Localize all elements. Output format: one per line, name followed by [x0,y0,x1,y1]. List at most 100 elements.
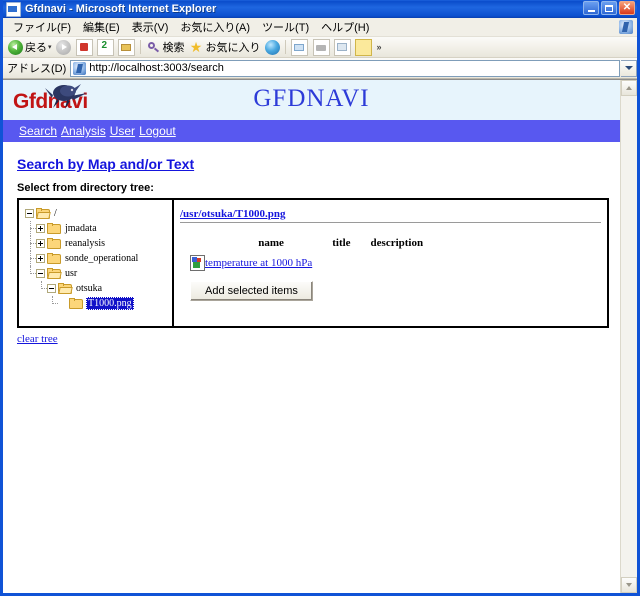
mail-button[interactable] [289,38,311,56]
tree-guide [25,296,36,311]
browser-toolbar: 戻る ▾ 検索 ★ お気に入り [3,37,637,58]
collapse-icon[interactable] [47,284,56,293]
forward-button[interactable] [54,38,74,56]
favorites-button[interactable]: ★ お気に入り [187,38,263,56]
tree-node[interactable]: otsuka [25,281,168,296]
tree-guide [25,251,36,266]
site-nav: Search Analysis User Logout [3,120,620,142]
scroll-up-button[interactable] [621,80,637,96]
browser-window: Gfdnavi - Microsoft Internet Explorer ✕ … [0,0,640,596]
window-title: Gfdnavi - Microsoft Internet Explorer [25,3,217,15]
expand-icon[interactable] [36,224,45,233]
site-title: GFDNAVI [253,85,370,112]
tree-node-label[interactable]: jmadata [64,223,97,234]
edit-button[interactable] [332,38,353,56]
minimize-button[interactable] [583,1,599,15]
print-button[interactable] [311,38,332,56]
tree-guide [36,296,47,311]
title-bar: Gfdnavi - Microsoft Internet Explorer ✕ [3,0,637,18]
discuss-button[interactable] [353,38,374,56]
tree-node-label[interactable]: reanalysis [64,238,105,249]
back-button-label: 戻る [25,42,47,54]
edit-page-icon [333,38,351,56]
menu-view[interactable]: 表示(V) [126,18,175,36]
tree-node[interactable]: usr [25,266,168,281]
column-description: description [370,237,424,249]
cell-name: temperature at 1000 hPa [190,255,322,271]
tree-node-label[interactable]: / [53,208,57,219]
home-icon [117,38,135,56]
menu-favorites[interactable]: お気に入り(A) [174,18,256,36]
tree-node[interactable]: reanalysis [25,236,168,251]
folder-icon [47,223,61,234]
column-name: name [258,237,284,249]
table-row: temperature at 1000 hPa [190,255,434,271]
search-button-label: 検索 [162,42,185,54]
stop-button[interactable] [74,38,95,56]
clear-tree-link[interactable]: clear tree [17,333,58,345]
search-icon [146,40,161,55]
search-button[interactable]: 検索 [144,38,187,56]
maximize-button[interactable] [601,1,617,15]
tree-node-label[interactable]: T1000.png [86,297,134,310]
ie-logo-icon [619,20,633,34]
home-button[interactable] [116,38,137,56]
menu-help[interactable]: ヘルプ(H) [315,18,375,36]
printer-icon [312,38,330,56]
folder-open-icon [47,268,62,279]
tree-node[interactable]: jmadata [25,221,168,236]
favorites-button-label: お気に入り [205,42,261,54]
folder-open-icon [58,283,73,294]
back-button[interactable]: 戻る ▾ [6,38,54,56]
toolbar-overflow-button[interactable]: » [377,42,382,52]
tree-node-label[interactable]: sonde_operational [64,253,138,264]
page-body: Search by Map and/or Text Select from di… [3,156,620,347]
nav-logout[interactable]: Logout [139,124,176,138]
expand-icon[interactable] [36,239,45,248]
scroll-down-button[interactable] [621,577,637,593]
forward-arrow-icon [55,39,71,55]
tree-node[interactable]: T1000.png [25,296,168,311]
item-link[interactable]: temperature at 1000 hPa [205,257,312,269]
window-controls: ✕ [583,1,635,15]
toolbar-separator-1 [139,40,141,54]
menu-file[interactable]: ファイル(F) [7,18,77,36]
cell-description [361,255,434,271]
close-button[interactable]: ✕ [619,1,635,15]
directory-tree-label: Select from directory tree: [17,182,154,194]
address-input[interactable]: http://localhost:3003/search [70,59,620,77]
directory-tree-panel: / jmadata reanalysis sonde_operationalusr ot… [19,200,174,326]
menu-bar: ファイル(F) 編集(E) 表示(V) お気に入り(A) ツール(T) ヘルプ(… [3,18,637,37]
tree-guide [25,266,36,281]
refresh-button[interactable] [95,38,116,56]
chevron-down-icon[interactable]: ▾ [48,43,52,51]
address-label: アドレス(D) [7,63,67,75]
tree-node[interactable]: / [25,206,168,221]
page-scrollbar[interactable] [620,80,637,593]
add-selected-items-button[interactable]: Add selected items [190,281,313,301]
stop-icon [75,38,93,56]
expand-icon[interactable] [36,254,45,263]
tree-node-label[interactable]: otsuka [75,283,102,294]
collapse-icon[interactable] [36,269,45,278]
toolbar-separator-2 [284,40,286,54]
nav-user[interactable]: User [110,124,135,138]
detail-path-link[interactable]: /usr/otsuka/T1000.png [180,208,285,223]
page-title[interactable]: Search by Map and/or Text [17,156,606,172]
tree-node[interactable]: sonde_operational [25,251,168,266]
page-icon [73,61,87,75]
menu-edit[interactable]: 編集(E) [77,18,126,36]
items-header-row: name title description [220,237,433,255]
address-dropdown-button[interactable] [621,59,637,77]
collapse-icon[interactable] [25,209,34,218]
menu-tools[interactable]: ツール(T) [256,18,315,36]
column-title: title [332,237,351,249]
tree-guide [36,281,47,296]
tree-guide [25,281,36,296]
tree-node-label[interactable]: usr [64,268,77,279]
history-button[interactable] [263,38,282,56]
nav-search[interactable]: Search [19,124,57,138]
nav-analysis[interactable]: Analysis [61,124,106,138]
folder-icon [69,298,83,309]
folder-open-icon [36,208,51,219]
